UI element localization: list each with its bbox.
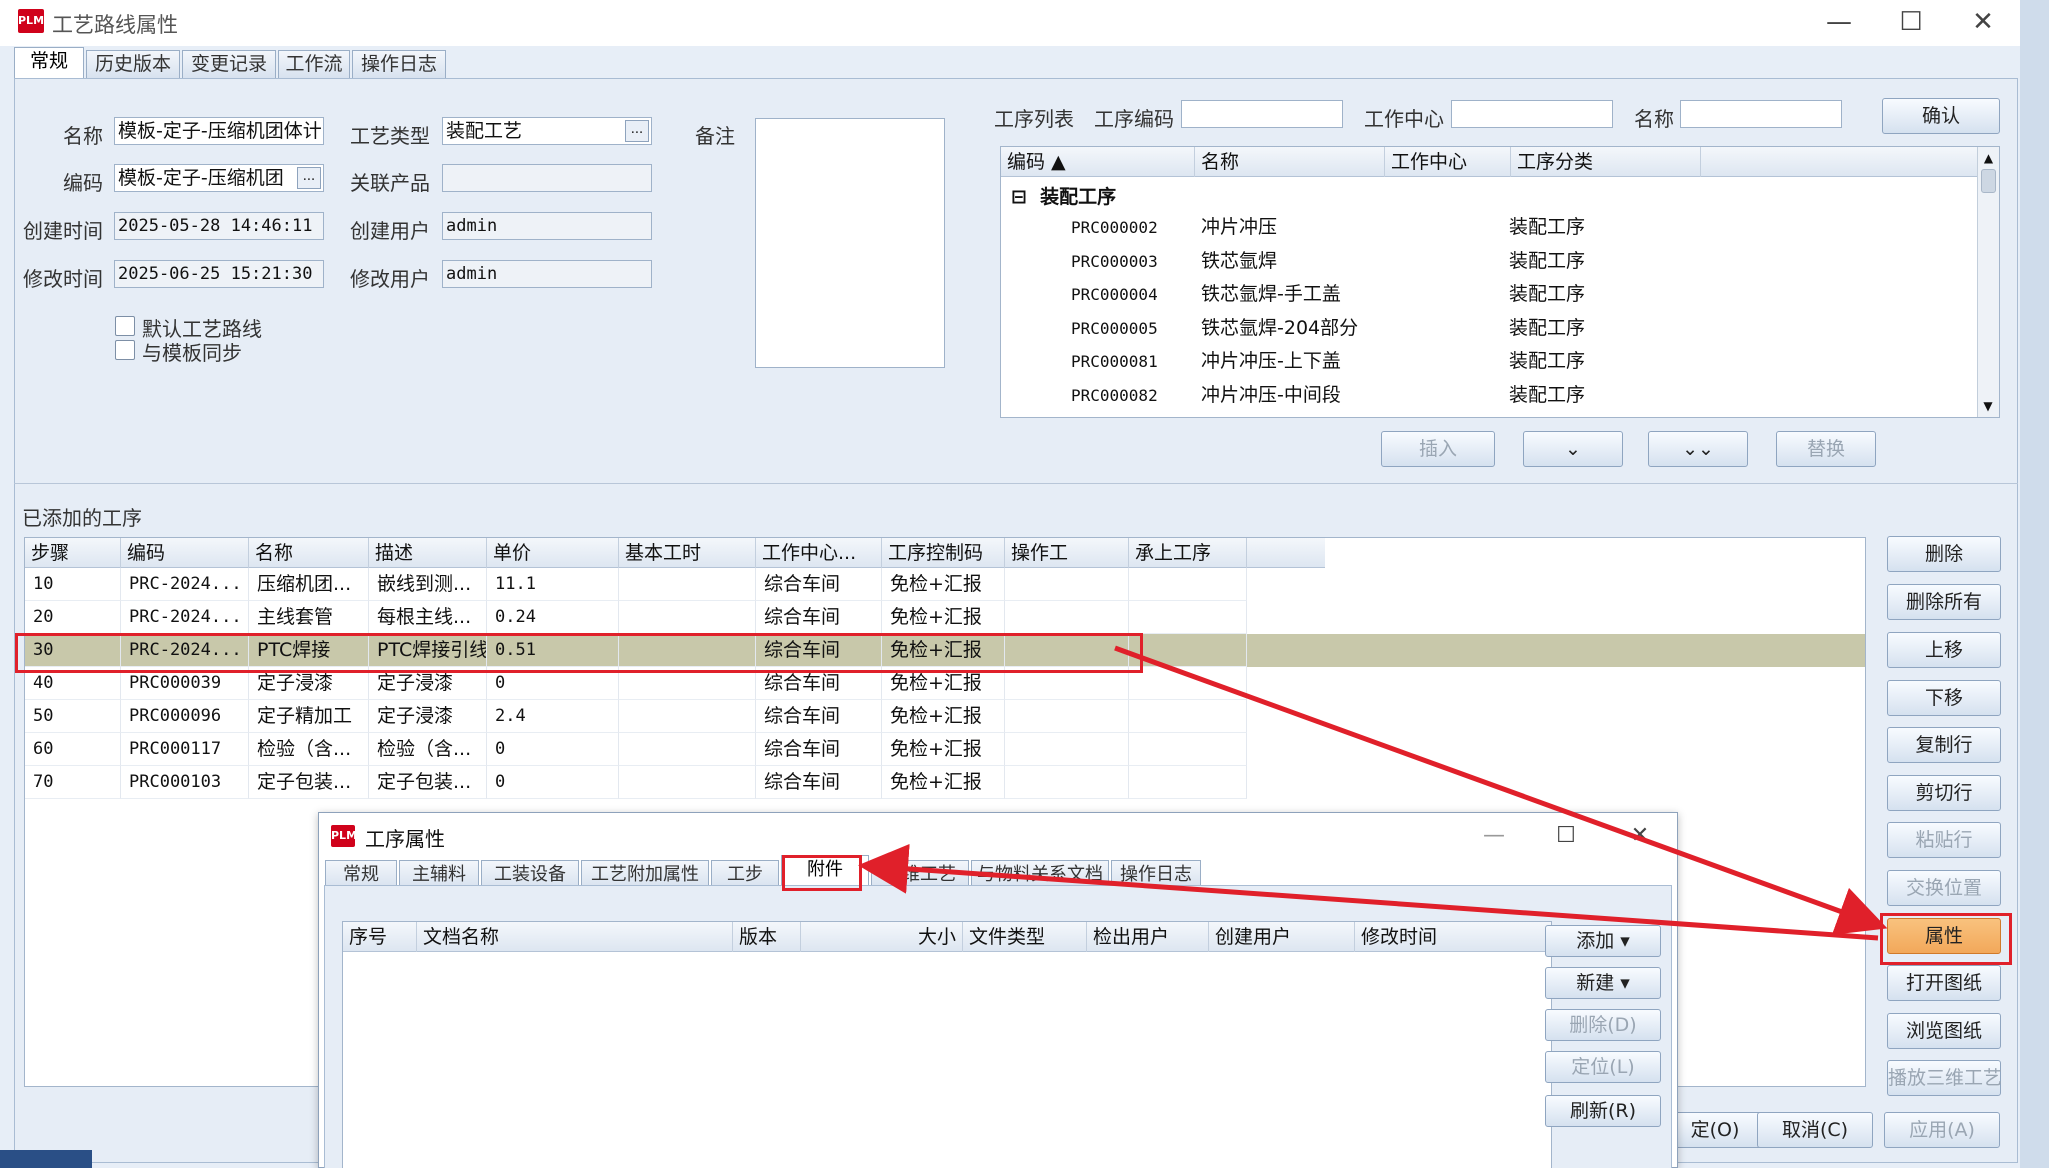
- properties-to-tab-arrow: [858, 843, 1879, 941]
- annotation-arrows: [858, 645, 1888, 941]
- row-to-properties-arrow: [1114, 645, 1888, 935]
